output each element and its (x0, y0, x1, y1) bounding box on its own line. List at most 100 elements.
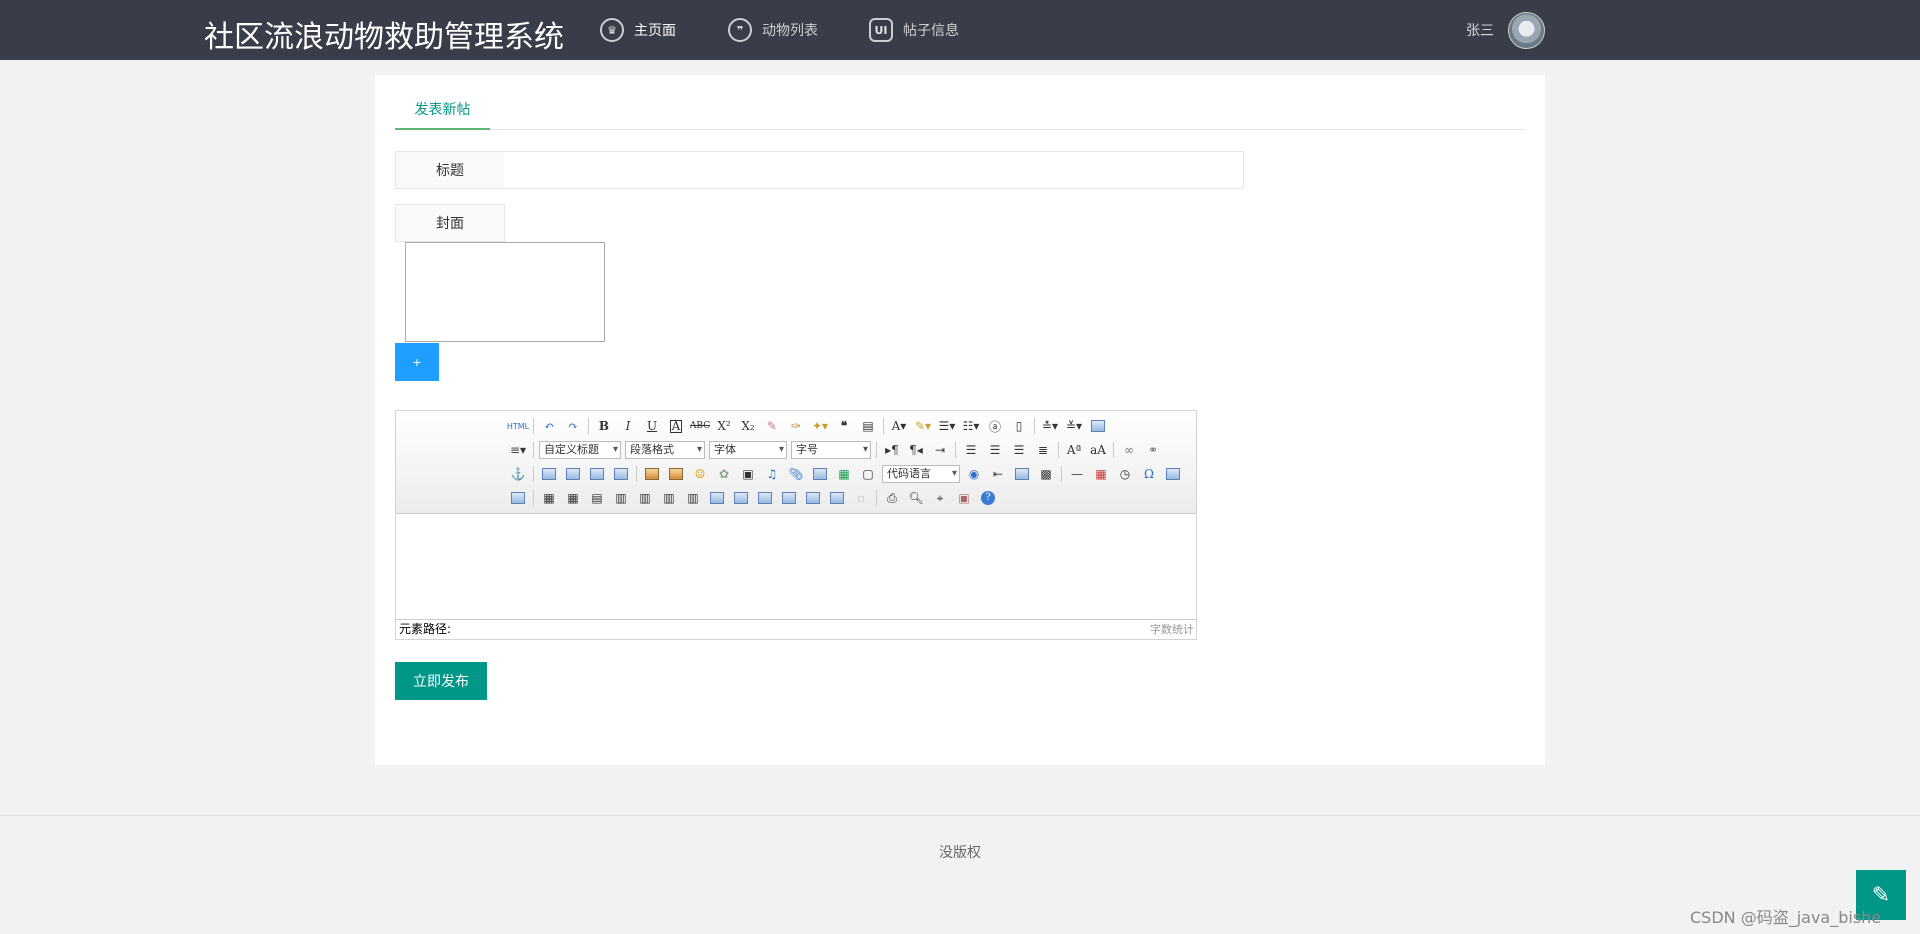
user-name[interactable]: 张三 (1466, 20, 1494, 40)
map-icon[interactable]: ▦ (834, 464, 854, 484)
unlink-icon[interactable]: ⚭ (1143, 440, 1163, 460)
indent-icon[interactable]: ⇥ (930, 440, 950, 460)
publish-button[interactable]: 立即发布 (395, 662, 487, 700)
insert-row-icon[interactable]: ▥ (611, 488, 631, 508)
nav-post-info[interactable]: UI 帖子信息 (869, 18, 959, 42)
font-size-select[interactable]: 字号 (791, 441, 871, 459)
merge-right-icon[interactable] (731, 488, 751, 508)
toolbar-divider (533, 466, 534, 482)
auto-format-icon[interactable]: ✦▾ (810, 416, 830, 436)
delete-row-icon[interactable]: ▥ (635, 488, 655, 508)
delete-table-icon[interactable]: ▦ (563, 488, 583, 508)
split-to-rows-icon[interactable] (803, 488, 823, 508)
anchor-icon[interactable]: ⚓ (508, 464, 528, 484)
snap-screen-icon[interactable] (1163, 464, 1183, 484)
template-icon[interactable] (1012, 464, 1032, 484)
row-spacing-bottom-icon[interactable]: ≚▾ (1064, 416, 1084, 436)
font-family-select[interactable]: 字体 (709, 441, 787, 459)
nav-animal-list[interactable]: ❞ 动物列表 (728, 18, 818, 42)
bold-icon[interactable]: B (594, 416, 614, 436)
editor-content-area[interactable] (396, 515, 1196, 619)
insert-paragraph-before-table-icon[interactable]: ▤ (587, 488, 607, 508)
undo-icon[interactable]: ↶ (539, 416, 559, 436)
rtl-icon[interactable]: ¶◂ (906, 440, 926, 460)
drafts-icon[interactable]: ▣ (954, 488, 974, 508)
strikethrough-icon[interactable]: ABC (690, 416, 710, 436)
ordered-list-icon[interactable]: ☰▾ (937, 416, 957, 436)
italic-icon[interactable]: I (618, 416, 638, 436)
horizontal-rule-icon[interactable]: — (1067, 464, 1087, 484)
word-image-icon[interactable] (508, 488, 528, 508)
toolbar-divider (955, 442, 956, 458)
html-source-button[interactable]: HTML (507, 416, 529, 436)
upload-cover-button[interactable]: + (395, 343, 439, 381)
split-to-cells-icon[interactable] (779, 488, 799, 508)
attachment-icon[interactable]: 📎︎ (786, 464, 806, 484)
title-input[interactable] (504, 151, 1244, 189)
font-border-icon[interactable]: A (666, 416, 686, 436)
paragraph-select[interactable]: 段落格式 (625, 441, 705, 459)
paste-plain-icon[interactable]: ▤ (858, 416, 878, 436)
web-page-icon[interactable]: ◉ (964, 464, 984, 484)
emotion-icon[interactable]: ☺ (690, 464, 710, 484)
split-to-cols-icon[interactable] (827, 488, 847, 508)
special-chars-icon[interactable]: Ω (1139, 464, 1159, 484)
image-left-icon[interactable] (563, 464, 583, 484)
chart-icon[interactable]: ▫ (851, 488, 871, 508)
insert-image-icon[interactable] (666, 464, 686, 484)
redo-icon[interactable]: ↷ (563, 416, 583, 436)
fullscreen-icon[interactable] (1088, 416, 1108, 436)
clear-doc-icon[interactable]: ▯ (1009, 416, 1029, 436)
link-icon[interactable]: ∞ (1119, 440, 1139, 460)
code-language-select[interactable]: 代码语言 (882, 465, 960, 483)
uppercase-icon[interactable]: Aª (1064, 440, 1084, 460)
font-color-icon[interactable]: A▾ (889, 416, 909, 436)
merge-down-icon[interactable] (755, 488, 775, 508)
insert-table-icon[interactable]: ▦ (539, 488, 559, 508)
music-icon[interactable]: ♫ (762, 464, 782, 484)
highlight-color-icon[interactable]: ✎▾ (913, 416, 933, 436)
heading-select[interactable]: 自定义标题 (539, 441, 621, 459)
toolbar-divider (533, 442, 534, 458)
time-icon[interactable]: ◷ (1115, 464, 1135, 484)
tab-new-post[interactable]: 发表新帖 (395, 90, 490, 130)
line-height-icon[interactable]: ≡▾ (508, 440, 528, 460)
merge-cells-icon[interactable] (707, 488, 727, 508)
subscript-icon[interactable]: X₂ (738, 416, 758, 436)
align-justify-icon[interactable]: ≣ (1033, 440, 1053, 460)
insert-frame-icon[interactable] (810, 464, 830, 484)
footer-divider (0, 815, 1920, 816)
image-center-icon[interactable] (611, 464, 631, 484)
image-right-icon[interactable] (587, 464, 607, 484)
page-break-icon[interactable]: ⇤ (988, 464, 1008, 484)
eraser-icon[interactable]: ✎ (762, 416, 782, 436)
underline-icon[interactable]: U (642, 416, 662, 436)
preview-icon[interactable]: 🔍︎ (906, 488, 926, 508)
simple-upload-icon[interactable] (642, 464, 662, 484)
date-icon[interactable]: ▦ (1091, 464, 1111, 484)
help-icon[interactable]: ? (978, 488, 998, 508)
toolbar-divider (1113, 442, 1114, 458)
delete-col-icon[interactable]: ▥ (683, 488, 703, 508)
scrawl-icon[interactable]: ✿ (714, 464, 734, 484)
image-none-icon[interactable] (539, 464, 559, 484)
select-all-icon[interactable]: ⓐ (985, 416, 1005, 436)
align-center-icon[interactable]: ☰ (985, 440, 1005, 460)
superscript-icon[interactable]: X² (714, 416, 734, 436)
avatar[interactable] (1508, 12, 1545, 49)
format-brush-icon[interactable]: ✑ (786, 416, 806, 436)
insert-col-icon[interactable]: ▥ (659, 488, 679, 508)
print-icon[interactable]: ⎙ (882, 488, 902, 508)
insert-video-icon[interactable]: ▣ (738, 464, 758, 484)
blockquote-icon[interactable]: ❝ (834, 416, 854, 436)
search-replace-icon[interactable]: ⌖ (930, 488, 950, 508)
background-icon[interactable]: ▩ (1036, 464, 1056, 484)
unordered-list-icon[interactable]: ☷▾ (961, 416, 981, 436)
row-spacing-top-icon[interactable]: ≛▾ (1040, 416, 1060, 436)
align-right-icon[interactable]: ☰ (1009, 440, 1029, 460)
ltr-icon[interactable]: ▸¶ (882, 440, 902, 460)
nav-home[interactable]: ♛ 主页面 (600, 18, 676, 42)
lowercase-icon[interactable]: aA (1088, 440, 1108, 460)
insert-code-icon[interactable]: ▢ (858, 464, 878, 484)
align-left-icon[interactable]: ☰ (961, 440, 981, 460)
